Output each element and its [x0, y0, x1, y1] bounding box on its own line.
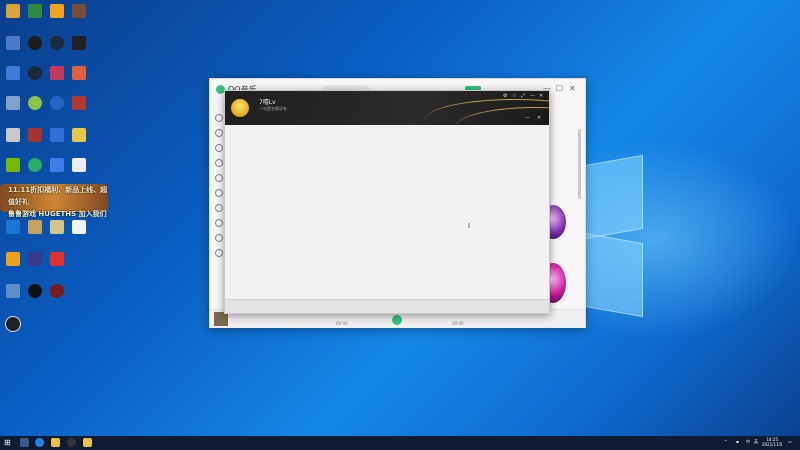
tray-icon[interactable]: ▪: [736, 439, 739, 444]
notification-icon[interactable]: ▭: [788, 439, 792, 444]
app-icon: [50, 66, 64, 80]
app-icon: [6, 220, 20, 234]
sidebar-icon[interactable]: [215, 219, 223, 227]
settings-icon[interactable]: ⚙: [503, 93, 507, 99]
close-button[interactable]: ✕: [569, 84, 576, 93]
sidebar-icon[interactable]: [215, 189, 223, 197]
app-icon: [50, 128, 64, 142]
minimize-button[interactable]: —: [525, 115, 530, 121]
user-name: 7嘻Lv: [259, 99, 276, 106]
steam-icon: [28, 66, 42, 80]
tray-chevron-icon[interactable]: ^: [724, 439, 727, 444]
app-icon: [28, 36, 42, 50]
scrollbar[interactable]: [578, 129, 581, 199]
app-icon: [28, 220, 42, 234]
app-icon: [6, 128, 20, 142]
maximize-button[interactable]: ☐: [556, 84, 563, 93]
desktop-icon[interactable]: [66, 36, 92, 50]
app-icon[interactable]: [83, 438, 92, 447]
minimize-button[interactable]: —: [530, 93, 535, 99]
file-explorer-icon[interactable]: [51, 438, 60, 447]
desktop-icon[interactable]: [0, 316, 26, 332]
close-button[interactable]: ✕: [539, 93, 543, 99]
app-icon: [50, 4, 64, 18]
ime-indicator[interactable]: 中: [746, 439, 750, 445]
nvidia-icon: [6, 158, 20, 172]
user-avatar[interactable]: [231, 99, 249, 117]
close-button[interactable]: ✕: [537, 115, 541, 121]
user-signature: 一句签名都没有: [259, 106, 287, 111]
wps-icon: [50, 252, 64, 266]
app-icon: [50, 96, 64, 110]
app-icon: [5, 316, 21, 332]
sidebar-icon[interactable]: [215, 174, 223, 182]
start-button[interactable]: ⊞: [4, 439, 11, 447]
app-icon: [6, 284, 20, 298]
play-button[interactable]: [392, 315, 402, 325]
clock[interactable]: 14:25 2021/11/5: [762, 437, 783, 447]
app-icon[interactable]: [67, 438, 76, 447]
total-time: 00:00: [452, 321, 464, 326]
wechat-icon: [28, 158, 42, 172]
album-cover[interactable]: [214, 312, 228, 326]
clock-date: 2021/11/5: [762, 442, 783, 447]
profile-window[interactable]: 7嘻Lv 一句签名都没有 ⚙ ☆ ⤢ — ✕ — ✕: [224, 90, 550, 314]
windows-logo-wallpaper: [585, 154, 643, 318]
language-indicator[interactable]: 英: [754, 439, 758, 445]
app-icon: [72, 36, 86, 50]
app-icon: [50, 158, 64, 172]
app-icon: [28, 252, 42, 266]
sidebar-icon[interactable]: [215, 249, 223, 257]
app-icon: [28, 96, 42, 110]
desktop-icon[interactable]: [66, 4, 92, 18]
computer-icon: [6, 36, 20, 50]
app-icon: [6, 66, 20, 80]
desktop-icon[interactable]: [66, 128, 92, 142]
elapsed-time: 00:00: [336, 321, 348, 326]
app-icon: [72, 4, 86, 18]
app-icon: [50, 284, 64, 298]
sidebar-icon[interactable]: [215, 159, 223, 167]
app-icon: [6, 252, 20, 266]
sidebar-icon[interactable]: [215, 204, 223, 212]
profile-header[interactable]: 7嘻Lv 一句签名都没有 ⚙ ☆ ⤢ — ✕ — ✕: [225, 91, 549, 125]
app-icon: [50, 220, 64, 234]
file-icon: [72, 220, 86, 234]
app-icon: [6, 4, 20, 18]
promo-banner[interactable]: 11.11折扣福利、新品上线、超值好礼 鲁鲁游戏 HUGETHS 加入我们: [0, 184, 108, 218]
app-icon: [72, 66, 86, 80]
app-icon: [28, 4, 42, 18]
banner-line2: 鲁鲁游戏 HUGETHS 加入我们: [8, 210, 107, 218]
app-icon: [72, 96, 86, 110]
qq-icon: [28, 284, 42, 298]
sidebar: [214, 109, 224, 294]
mouse-cursor-icon: I: [468, 222, 471, 230]
sidebar-icon[interactable]: [215, 114, 223, 122]
taskbar: ⊞ ^ ▪ 中 英 14:25 2021/11/5 ▭: [0, 436, 800, 450]
desktop-icon[interactable]: [66, 158, 92, 172]
edge-icon[interactable]: [35, 438, 44, 447]
folder-icon: [72, 128, 86, 142]
desktop-icon[interactable]: [44, 252, 70, 266]
banner-line1: 11.11折扣福利、新品上线、超值好礼: [8, 186, 108, 206]
sidebar-icon[interactable]: [215, 144, 223, 152]
search-icon[interactable]: [20, 438, 29, 447]
app-icon: [28, 128, 42, 142]
sidebar-icon[interactable]: [215, 234, 223, 242]
scrollbar[interactable]: [541, 127, 545, 297]
profile-footer: [225, 299, 549, 313]
star-icon[interactable]: ☆: [512, 93, 516, 99]
desktop-icon[interactable]: [66, 66, 92, 80]
expand-icon[interactable]: ⤢: [521, 93, 525, 99]
desktop-icon[interactable]: [66, 220, 92, 234]
desktop-icon[interactable]: [44, 284, 70, 298]
desktop-icon[interactable]: [66, 96, 92, 110]
app-icon: [50, 36, 64, 50]
recycle-bin-icon: [6, 96, 20, 110]
file-icon: [72, 158, 86, 172]
sidebar-icon[interactable]: [215, 129, 223, 137]
